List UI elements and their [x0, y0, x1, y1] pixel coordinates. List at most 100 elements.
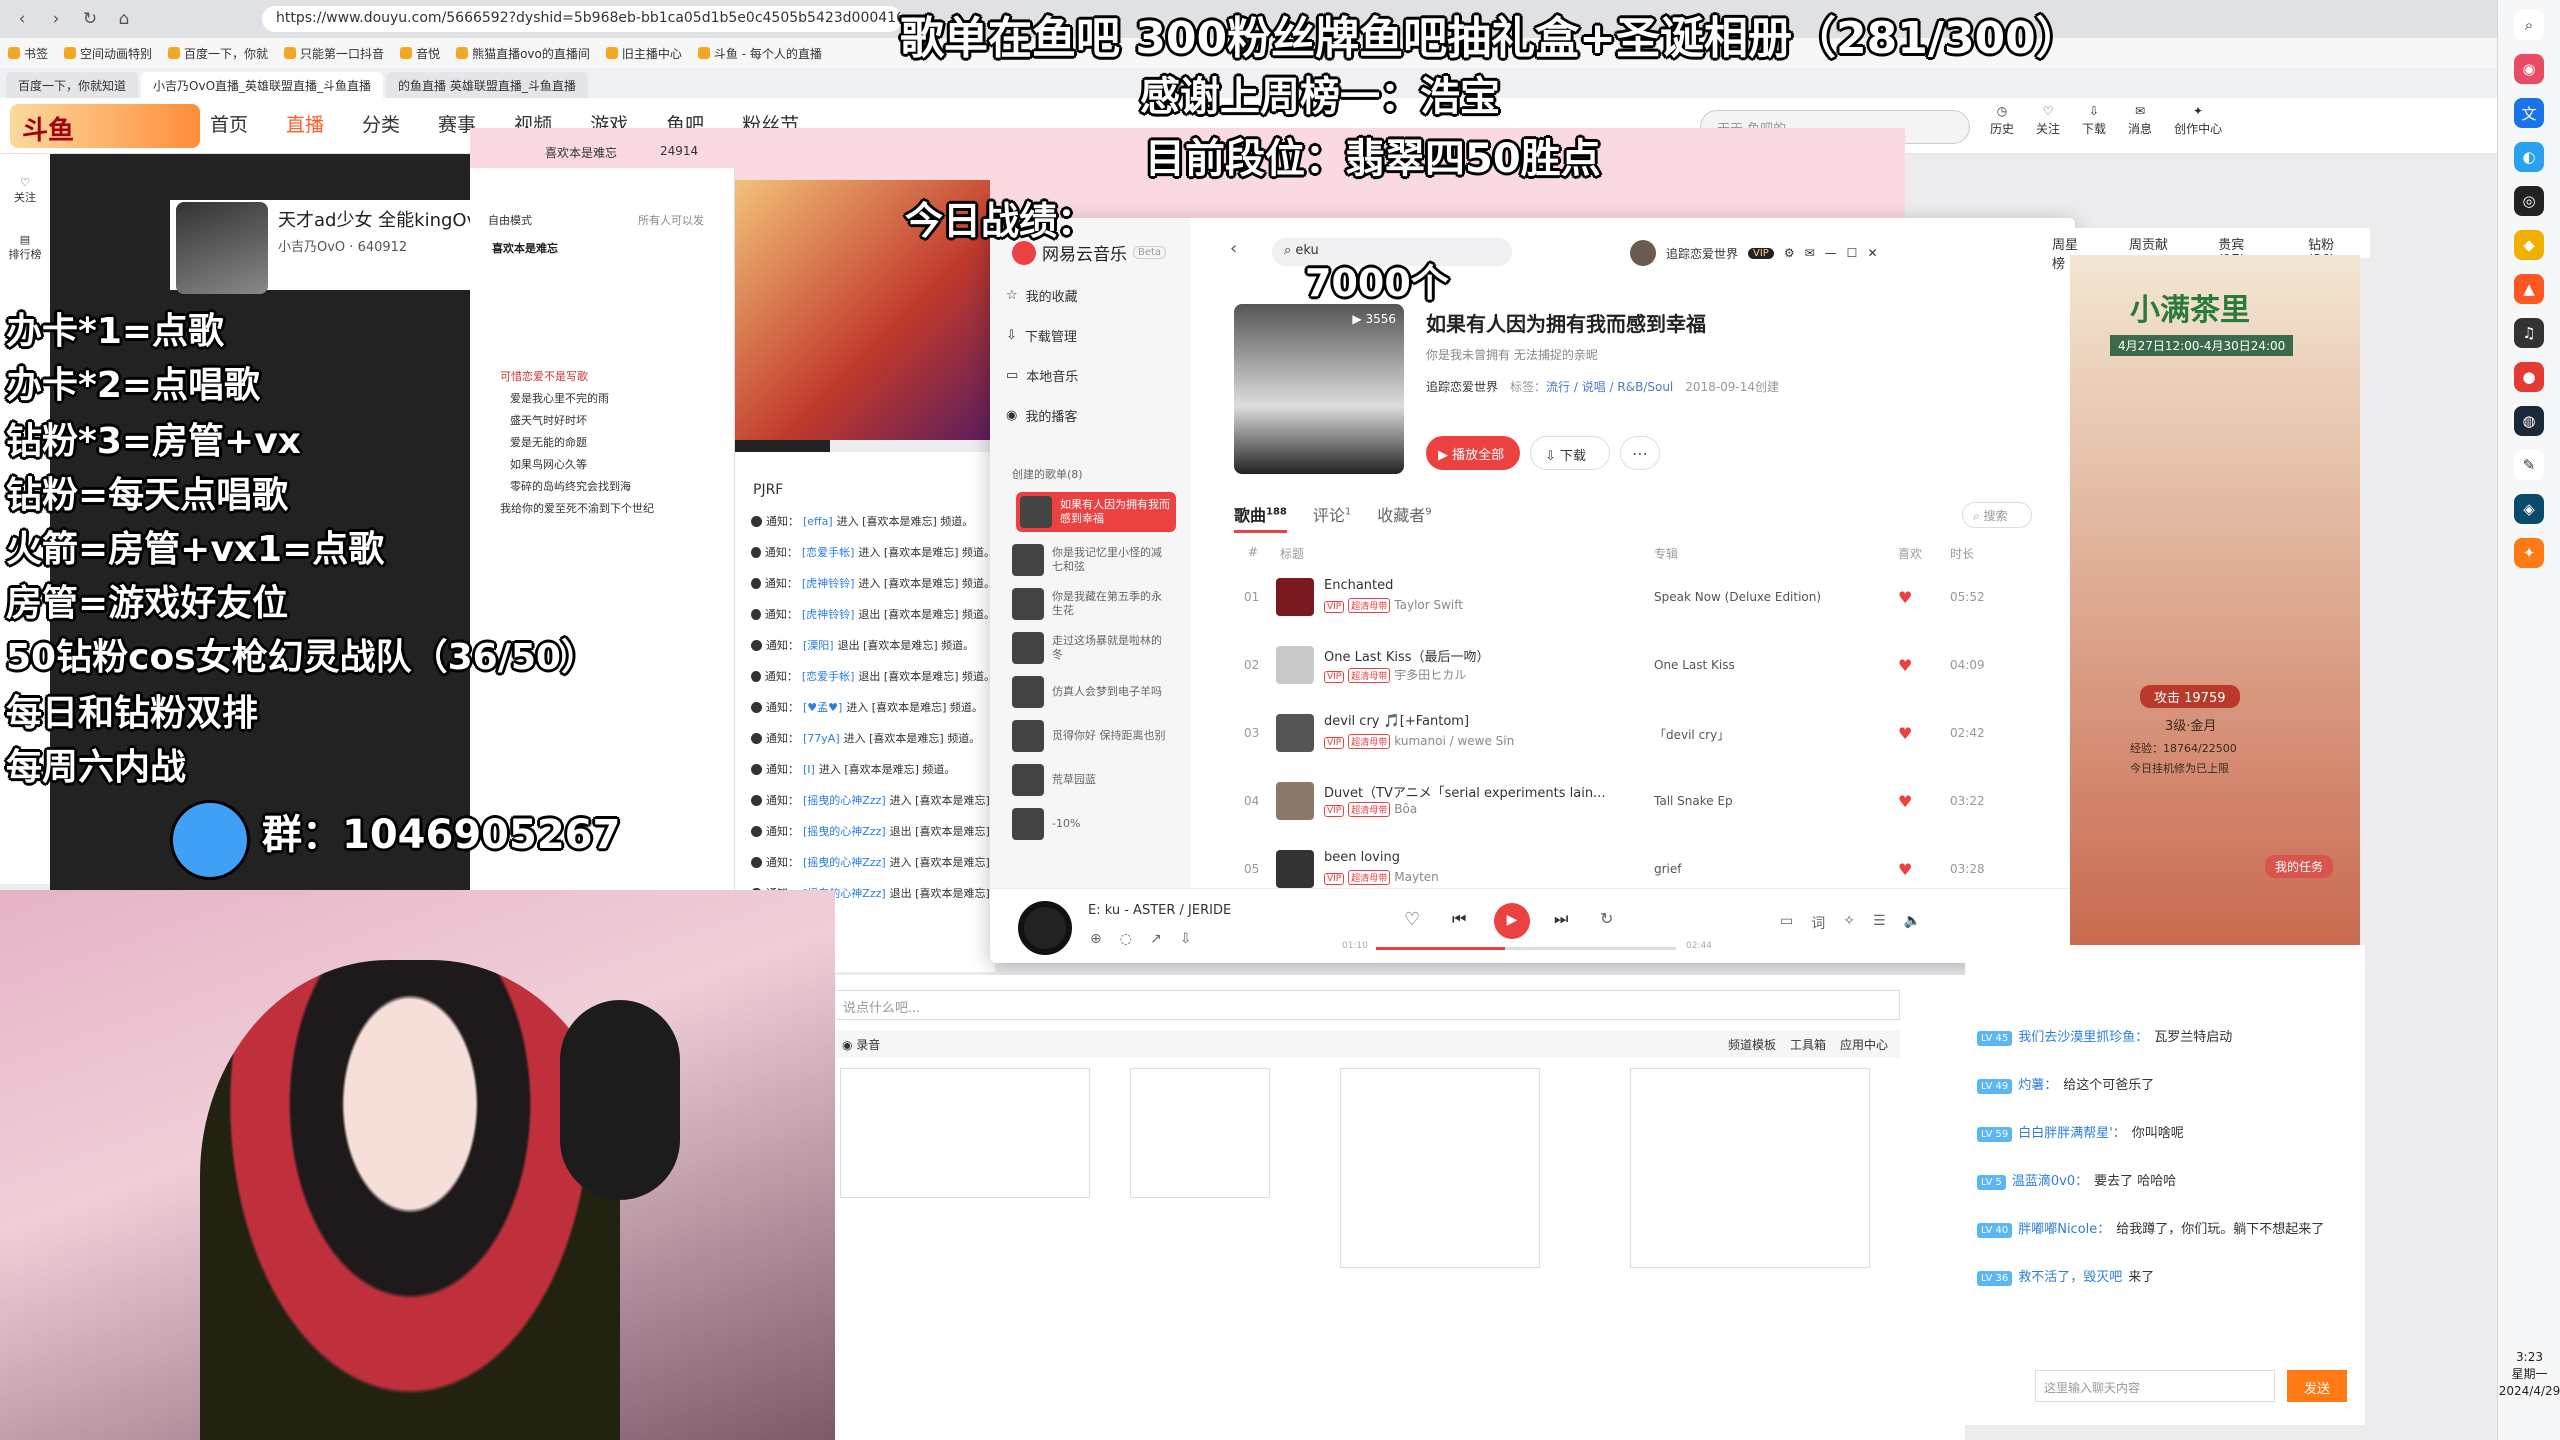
playlist-cover[interactable]: ▶ 3556	[1234, 304, 1404, 474]
heart-icon[interactable]: ♥	[1898, 792, 1912, 811]
tab-other[interactable]: 百度一下，你就知道	[6, 72, 139, 98]
playlist-item[interactable]: 你是我藏在第五季的永生花	[1012, 584, 1172, 624]
ne-menu-download[interactable]: ⇩ 下载管理	[1006, 326, 1077, 345]
tree-item[interactable]: 零碎的岛屿终究会找到海	[510, 478, 631, 494]
progress-bar[interactable]	[1376, 947, 1676, 950]
app-icon[interactable]: ✦	[2514, 538, 2544, 568]
playlist-item[interactable]: 走过这场暴就是啦林的冬	[1012, 628, 1172, 668]
app-icon[interactable]: ♫	[2514, 318, 2544, 348]
effects-icon[interactable]: ✧	[1843, 913, 1855, 933]
tree-item[interactable]: 爱是无能的命题	[510, 434, 587, 450]
toolbox-button[interactable]: 工具箱	[1790, 1036, 1826, 1052]
more-button[interactable]: ⋯	[1620, 436, 1660, 470]
app-icon[interactable]: ●	[2514, 362, 2544, 392]
reload-icon[interactable]: ↻	[76, 5, 104, 33]
app-center-button[interactable]: 应用中心	[1840, 1036, 1888, 1052]
playlist-item[interactable]: 你是我记忆里小怪的减七和弦	[1012, 540, 1172, 580]
tab-comments[interactable]: 评论1	[1313, 502, 1351, 533]
rank-tab[interactable]: 贵宾(17)	[2218, 234, 2268, 268]
add-icon[interactable]: ⊕	[1090, 931, 1102, 947]
app-icon[interactable]: ▲	[2514, 274, 2544, 304]
record-button[interactable]: ◉ 录音	[842, 1036, 880, 1052]
send-button[interactable]: 发送	[2287, 1370, 2347, 1402]
repeat-icon[interactable]: ↻	[1600, 909, 1613, 928]
now-playing-cover[interactable]	[1018, 901, 1072, 955]
app-icon[interactable]: ◐	[2514, 142, 2544, 172]
heart-icon[interactable]: ♡	[1404, 909, 1420, 930]
song-row[interactable]: 02 One Last Kiss（最后一吻） VIP 超清母带 宇多田ヒカル One La…	[1234, 638, 2034, 694]
song-album[interactable]: 「devil cry」	[1654, 726, 1729, 743]
song-album[interactable]: One Last Kiss	[1654, 658, 1735, 672]
heart-icon[interactable]: ♥	[1898, 860, 1912, 879]
heart-icon[interactable]: ♥	[1898, 724, 1912, 743]
tree-item[interactable]: 盛天气时好时坏	[510, 412, 587, 428]
minimize-icon[interactable]: —	[1825, 246, 1837, 260]
forward-icon[interactable]: ›	[42, 5, 70, 33]
history-icon[interactable]: ◷ 历史	[1990, 104, 2014, 137]
rank-tab[interactable]: 钻粉(36)	[2308, 234, 2358, 268]
bookmark-item[interactable]: 斗鱼 - 每个人的直播	[697, 45, 822, 62]
tab-other[interactable]: 的鱼直播 英雄联盟直播_斗鱼直播	[386, 72, 588, 98]
playlist-item[interactable]: 觅得你好 保持距离也别	[1012, 716, 1172, 756]
nav-item[interactable]: 分类	[362, 110, 400, 137]
tree-root[interactable]: 喜欢本是难忘	[492, 240, 558, 256]
song-album[interactable]: Speak Now (Deluxe Edition)	[1654, 590, 1821, 604]
table-search[interactable]: ⌕ 搜索	[1962, 502, 2032, 528]
address-bar[interactable]: https://www.douyu.com/5666592?dyshid=5b9…	[262, 6, 902, 32]
chat-input[interactable]: 说点什么吧...	[830, 990, 1900, 1020]
comment-icon[interactable]: ◌	[1120, 931, 1132, 947]
rank-tab[interactable]: 周星榜	[2052, 234, 2089, 272]
pen-icon[interactable]: ✎	[2514, 450, 2544, 480]
heart-icon[interactable]: ♥	[1898, 656, 1912, 675]
download-icon[interactable]: ⇩ 下载	[2082, 104, 2106, 137]
streamer-avatar[interactable]	[176, 202, 268, 294]
follow-icon[interactable]: ♡ 关注	[2036, 104, 2060, 137]
bookmark-item[interactable]: 百度一下，你就	[168, 45, 268, 62]
heart-icon[interactable]: ♥	[1898, 588, 1912, 607]
steam-icon[interactable]: ◍	[2514, 406, 2544, 436]
playlist-item[interactable]: 荒草园蓝	[1012, 760, 1172, 800]
song-row[interactable]: 01 Enchanted VIP 超清母带 Taylor Swift Speak Now …	[1234, 570, 2034, 626]
tab-active[interactable]: 小吉乃OvO直播_英雄联盟直播_斗鱼直播	[141, 72, 384, 98]
back-icon[interactable]: ‹	[1230, 238, 1237, 259]
nav-item[interactable]: 直播	[286, 110, 324, 137]
avatar[interactable]	[1630, 240, 1656, 266]
template-button[interactable]: 频道模板	[1728, 1036, 1776, 1052]
app-icon[interactable]: ◆	[2514, 230, 2544, 260]
douyu-logo[interactable]: 斗鱼	[10, 104, 200, 148]
app-icon[interactable]: ◈	[2514, 494, 2544, 524]
chat-input[interactable]: 这里输入聊天内容	[2035, 1370, 2275, 1402]
rail-rank[interactable]: ▤ 排行榜	[0, 233, 50, 262]
playlist-item[interactable]: 如果有人因为拥有我而感到幸福	[1016, 492, 1176, 532]
creator-icon[interactable]: ✦ 创作中心	[2174, 104, 2222, 137]
playlist-item[interactable]: -10%	[1012, 804, 1172, 844]
tab-collectors[interactable]: 收藏者9	[1377, 502, 1431, 533]
song-row[interactable]: 04 Duvet（TVアニメ「serial experiments lain...…	[1234, 774, 2034, 830]
my-tasks-button[interactable]: 我的任务	[2265, 855, 2334, 878]
bookmark-item[interactable]: 音悦	[400, 45, 440, 62]
maximize-icon[interactable]: ☐	[1847, 246, 1858, 260]
settings-icon[interactable]: ⚙	[1784, 246, 1795, 260]
tree-item[interactable]: 如果鸟网心久等	[510, 456, 587, 472]
tree-item[interactable]: 可惜恋爱不是写歌	[500, 368, 588, 384]
event-panel[interactable]: 小满茶里 4月27日12:00-4月30日24:00 攻击 19759 3级·金…	[2070, 255, 2360, 945]
song-album[interactable]: grief	[1654, 862, 1682, 876]
ne-menu-podcast[interactable]: ◉ 我的播客	[1006, 406, 1077, 425]
next-icon[interactable]: ⏭	[1554, 909, 1568, 929]
translate-icon[interactable]: 文	[2514, 98, 2544, 128]
rank-tab[interactable]: 周贡献榜	[2129, 234, 2178, 272]
song-row[interactable]: 03 devil cry 🎵[+Fantom] VIP 超清母带 kumanoi / w…	[1234, 706, 2034, 762]
system-clock[interactable]: 3:23 星期一 2024/4/29	[2498, 1349, 2560, 1400]
play-all-button[interactable]: ▶ 播放全部	[1426, 436, 1520, 470]
back-icon[interactable]: ‹	[8, 5, 36, 33]
nav-item[interactable]: 首页	[210, 110, 248, 137]
ne-menu-local[interactable]: ▭ 本地音乐	[1006, 366, 1078, 385]
message-icon[interactable]: ✉ 消息	[2128, 104, 2152, 137]
created-playlists[interactable]: 创建的歌单(8)	[1012, 466, 1083, 482]
bookmark-item[interactable]: 熊猫直播ovo的直播间	[456, 45, 590, 62]
volume-icon[interactable]: 🔈	[1904, 913, 1921, 933]
previous-icon[interactable]: ⏮	[1452, 909, 1466, 929]
tree-item[interactable]: 爱是我心里不完的雨	[510, 390, 609, 406]
bookmark-item[interactable]: 只能第一口抖音	[284, 45, 384, 62]
share-icon[interactable]: ↗	[1150, 931, 1162, 947]
